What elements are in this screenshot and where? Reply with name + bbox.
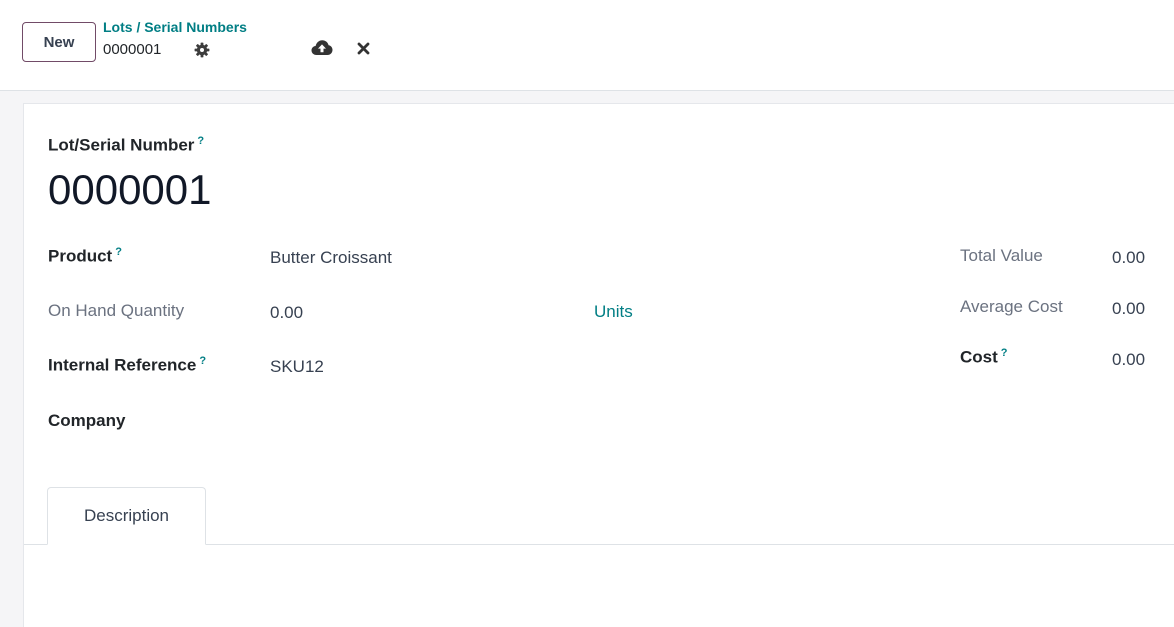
new-button[interactable]: New — [22, 22, 96, 62]
help-tooltip-icon[interactable]: ? — [1001, 347, 1008, 359]
help-tooltip-icon[interactable]: ? — [115, 246, 122, 258]
total-value: 0.00 — [1112, 248, 1146, 267]
units-link[interactable]: Units — [594, 302, 633, 322]
internal-reference-field[interactable]: SKU12 — [270, 357, 324, 377]
control-panel: New Lots / Serial Numbers 0000001 — [0, 0, 1174, 91]
lot-name-field[interactable]: 0000001 — [48, 166, 212, 214]
form-sheet: Lot/Serial Number? 0000001 Product? Butt… — [23, 103, 1174, 627]
lot-serial-number-label: Lot/Serial Number? — [48, 135, 205, 155]
gear-icon[interactable] — [194, 42, 210, 58]
average-cost-label: Average Cost — [960, 297, 1063, 316]
product-field[interactable]: Butter Croissant — [270, 248, 392, 268]
on-hand-quantity-value: 0.00 — [270, 303, 304, 322]
on-hand-quantity-label: On Hand Quantity — [48, 301, 185, 320]
cost-label: Cost? — [960, 347, 1008, 367]
breadcrumb-lots-serial-numbers[interactable]: Lots / Serial Numbers — [103, 19, 247, 35]
internal-reference-label: Internal Reference? — [48, 355, 207, 375]
close-icon[interactable] — [357, 42, 370, 55]
cost-value: 0.00 — [1112, 350, 1146, 369]
cloud-upload-icon[interactable] — [311, 39, 333, 57]
help-tooltip-icon[interactable]: ? — [197, 135, 204, 147]
help-tooltip-icon[interactable]: ? — [199, 355, 206, 367]
average-cost-value: 0.00 — [1112, 299, 1146, 318]
breadcrumb-current-record: 0000001 — [103, 41, 162, 58]
total-value-label: Total Value — [960, 246, 1043, 265]
tab-description[interactable]: Description — [47, 487, 206, 545]
company-label: Company — [48, 411, 126, 430]
product-label: Product? — [48, 246, 122, 266]
